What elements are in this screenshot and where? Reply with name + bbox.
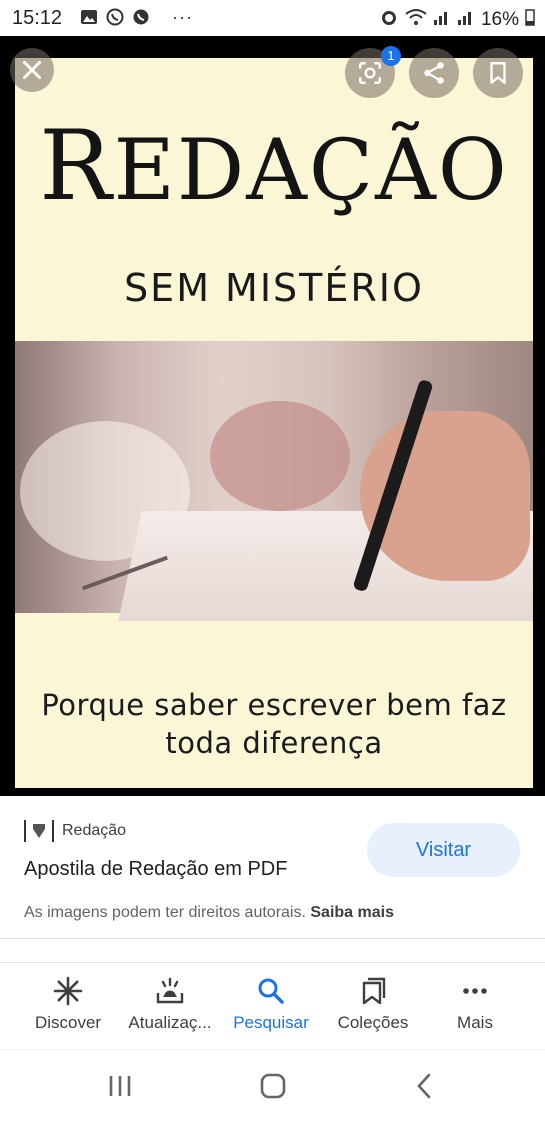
asterisk-icon bbox=[53, 976, 83, 1006]
divider bbox=[0, 938, 545, 939]
learn-more-link[interactable]: Saiba mais bbox=[310, 904, 394, 921]
battery-icon bbox=[525, 8, 535, 32]
alarm-icon bbox=[379, 7, 399, 33]
lens-badge: 1 bbox=[381, 46, 401, 66]
nav-search[interactable]: Pesquisar bbox=[217, 975, 325, 1033]
search-icon bbox=[258, 978, 284, 1004]
image-viewer[interactable]: REDAÇÃO SEM MISTÉRIO Porque saber escrev… bbox=[0, 36, 545, 796]
bookmark-icon bbox=[490, 62, 506, 84]
close-button[interactable] bbox=[10, 48, 54, 92]
signal-icon bbox=[433, 8, 451, 32]
copyright-notice: As imagens podem ter direitos autorais. … bbox=[24, 904, 394, 921]
close-icon bbox=[23, 61, 41, 79]
google-lens-icon bbox=[359, 62, 381, 84]
wifi-icon bbox=[405, 8, 427, 32]
whatsapp-icon bbox=[106, 8, 124, 26]
source-name: Redação bbox=[62, 822, 127, 839]
system-navigation-bar bbox=[0, 1049, 545, 1121]
bottom-navigation: Discover Atualizaç... Pesquisar Coleções… bbox=[0, 963, 545, 1049]
more-notifications: ··· bbox=[172, 7, 193, 27]
collections-icon bbox=[362, 977, 386, 1005]
nav-discover[interactable]: Discover bbox=[14, 975, 122, 1033]
updates-icon bbox=[156, 977, 184, 1004]
writing-hand-photo bbox=[15, 341, 533, 621]
share-icon bbox=[424, 62, 444, 84]
result-title[interactable]: Apostila de Redação em PDF bbox=[24, 858, 287, 881]
back-icon[interactable] bbox=[414, 1073, 434, 1104]
viber-icon bbox=[132, 8, 150, 26]
more-dots-icon bbox=[463, 988, 487, 994]
recent-apps-icon[interactable] bbox=[107, 1074, 133, 1103]
poster-image[interactable]: REDAÇÃO SEM MISTÉRIO Porque saber escrev… bbox=[15, 58, 533, 788]
status-time: 15:12 bbox=[12, 7, 63, 29]
image-icon bbox=[80, 8, 98, 26]
nav-updates[interactable]: Atualizaç... bbox=[116, 975, 224, 1033]
battery-percent: 16% bbox=[480, 9, 519, 30]
source-row[interactable]: Redação bbox=[24, 820, 126, 842]
poster-title: REDAÇÃO bbox=[39, 110, 509, 222]
home-icon[interactable] bbox=[259, 1073, 287, 1104]
site-favicon-icon bbox=[24, 820, 54, 842]
status-bar: 15:12 ··· 16% bbox=[0, 0, 545, 36]
poster-tagline: Porque saber escrever bem faz toda difer… bbox=[41, 688, 507, 760]
nav-collections[interactable]: Coleções bbox=[319, 975, 427, 1033]
bookmark-button[interactable] bbox=[473, 48, 523, 98]
share-button[interactable] bbox=[409, 48, 459, 98]
visit-button[interactable]: Visitar bbox=[367, 823, 520, 877]
signal-icon bbox=[457, 8, 475, 32]
result-info-panel: Redação Apostila de Redação em PDF Visit… bbox=[0, 796, 545, 941]
nav-more[interactable]: Mais bbox=[421, 975, 529, 1033]
poster-subtitle: SEM MISTÉRIO bbox=[124, 266, 424, 310]
